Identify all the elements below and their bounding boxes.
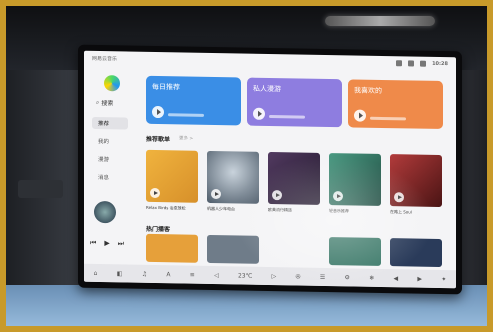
bottom-control-bar: ⌂ ◧ ♫ A ≡ ◁ 23℃ ▷ ✇ ☰ ⚙ ❄ ◀ ▶ ✦ (84, 263, 456, 289)
sidebar-item-mine[interactable]: 我的 (92, 135, 128, 148)
settings-icon[interactable]: ⚙ (345, 274, 350, 281)
ceiling-display: 网易云音乐 10:28 ⌕ 搜索 推荐 我的 漫游 消息 每日推荐 私人漫游 我… (78, 44, 462, 295)
play-pause-icon[interactable]: ▶ (104, 239, 109, 248)
sidebar-search-label: 搜索 (101, 100, 114, 108)
ac-icon[interactable]: ❄ (369, 274, 374, 281)
air-vent (18, 180, 63, 198)
banner-subtitle-bar (269, 114, 305, 119)
playlist-title: 欧美流行精选 (268, 206, 292, 213)
playlist-card[interactable]: 机器人少年电台 (207, 150, 259, 212)
temperature-readout: 23℃ (237, 271, 253, 280)
sidebar-search[interactable]: ⌕ 搜索 (96, 98, 113, 107)
app-logo-icon (104, 75, 120, 92)
podcast-card[interactable] (207, 234, 259, 264)
sidebar-item-label: 推荐 (98, 120, 110, 128)
apps-icon[interactable]: ◧ (117, 270, 123, 277)
status-icons: 10:28 (396, 60, 448, 67)
playlist-cover (390, 154, 442, 208)
playlist-cover (268, 151, 320, 205)
volume-down-icon[interactable]: ◀ (394, 275, 399, 282)
fan-icon[interactable]: ✇ (296, 273, 301, 280)
ceiling-light (325, 16, 435, 26)
next-icon[interactable]: ⏭ (118, 239, 124, 248)
section-title-recommended: 推荐歌单 (146, 135, 171, 144)
music-icon[interactable]: ♫ (142, 270, 147, 277)
play-icon[interactable] (333, 191, 343, 202)
temp-up-icon[interactable]: ▷ (272, 273, 277, 280)
play-icon[interactable] (394, 192, 404, 203)
section-title-podcasts: 热门播客 (146, 225, 171, 234)
list-icon[interactable]: ☰ (320, 273, 325, 280)
playlist-title: 在路上 Soul (390, 209, 412, 215)
podcast-card[interactable] (329, 237, 381, 266)
playlist-card[interactable]: 在路上 Soul (390, 154, 442, 215)
display-screen[interactable]: 网易云音乐 10:28 ⌕ 搜索 推荐 我的 漫游 消息 每日推荐 私人漫游 我… (84, 50, 456, 289)
temp-down-icon[interactable]: ◁ (214, 272, 219, 279)
sidebar-item-label: 我的 (98, 138, 110, 146)
banner-liked[interactable]: 我喜欢的 (348, 79, 443, 130)
banner-label: 每日推荐 (152, 82, 180, 92)
playlist-card[interactable]: 轻音乐推荐 (329, 153, 381, 214)
play-icon[interactable] (253, 107, 265, 120)
app-name: 网易云音乐 (92, 55, 118, 62)
play-icon[interactable] (354, 109, 366, 122)
text-icon[interactable]: A (166, 271, 170, 278)
sidebar-item-recommend[interactable]: 推荐 (92, 116, 128, 130)
banner-subtitle-bar (370, 116, 406, 121)
playlist-title: Relax Birds 治愈放松 (146, 204, 186, 211)
search-icon: ⌕ (96, 98, 100, 106)
sidebar-item-messages[interactable]: 消息 (92, 171, 128, 184)
mini-player[interactable]: ⏮ ▶ ⏭ (84, 200, 136, 257)
menu-icon[interactable]: ≡ (190, 271, 195, 278)
podcast-card[interactable] (146, 233, 198, 263)
now-playing-cover (94, 200, 116, 224)
bluetooth-icon (408, 60, 415, 67)
playlist-title: 机器人少年电台 (207, 205, 235, 212)
banner-roam[interactable]: 私人漫游 (247, 77, 342, 128)
wifi-icon (396, 60, 403, 67)
banner-label: 私人漫游 (253, 84, 281, 94)
sidebar-item-label: 漫游 (98, 156, 110, 164)
playlist-title: 轻音乐推荐 (329, 208, 349, 214)
banner-label: 我喜欢的 (354, 86, 382, 95)
playlist-cover (146, 149, 198, 203)
play-icon[interactable] (211, 188, 221, 200)
playlist-card[interactable]: 欧美流行精选 (268, 151, 320, 213)
section-more-link[interactable]: 更多 > (179, 135, 193, 141)
banner-subtitle-bar (168, 113, 204, 117)
home-icon[interactable]: ⌂ (94, 269, 98, 276)
signal-icon (420, 60, 427, 67)
sidebar-item-label: 消息 (98, 174, 110, 182)
previous-icon[interactable]: ⏮ (90, 239, 96, 248)
play-icon[interactable] (152, 105, 164, 119)
clock: 10:28 (432, 60, 448, 68)
status-bar: 网易云音乐 10:28 (84, 51, 456, 71)
sidebar-item-roam[interactable]: 漫游 (92, 153, 128, 166)
volume-up-icon[interactable]: ▶ (417, 275, 422, 282)
player-controls: ⏮ ▶ ⏭ (90, 239, 124, 249)
playlist-cover (329, 153, 381, 206)
play-icon[interactable] (272, 190, 282, 201)
photo: 网易云音乐 10:28 ⌕ 搜索 推荐 我的 漫游 消息 每日推荐 私人漫游 我… (0, 0, 493, 332)
play-icon[interactable] (150, 187, 160, 199)
playlist-cover (207, 150, 259, 204)
light-icon[interactable]: ✦ (441, 275, 446, 282)
podcast-card[interactable] (390, 238, 442, 268)
playlist-card[interactable]: Relax Birds 治愈放松 (146, 149, 198, 211)
banner-daily[interactable]: 每日推荐 (146, 75, 241, 126)
